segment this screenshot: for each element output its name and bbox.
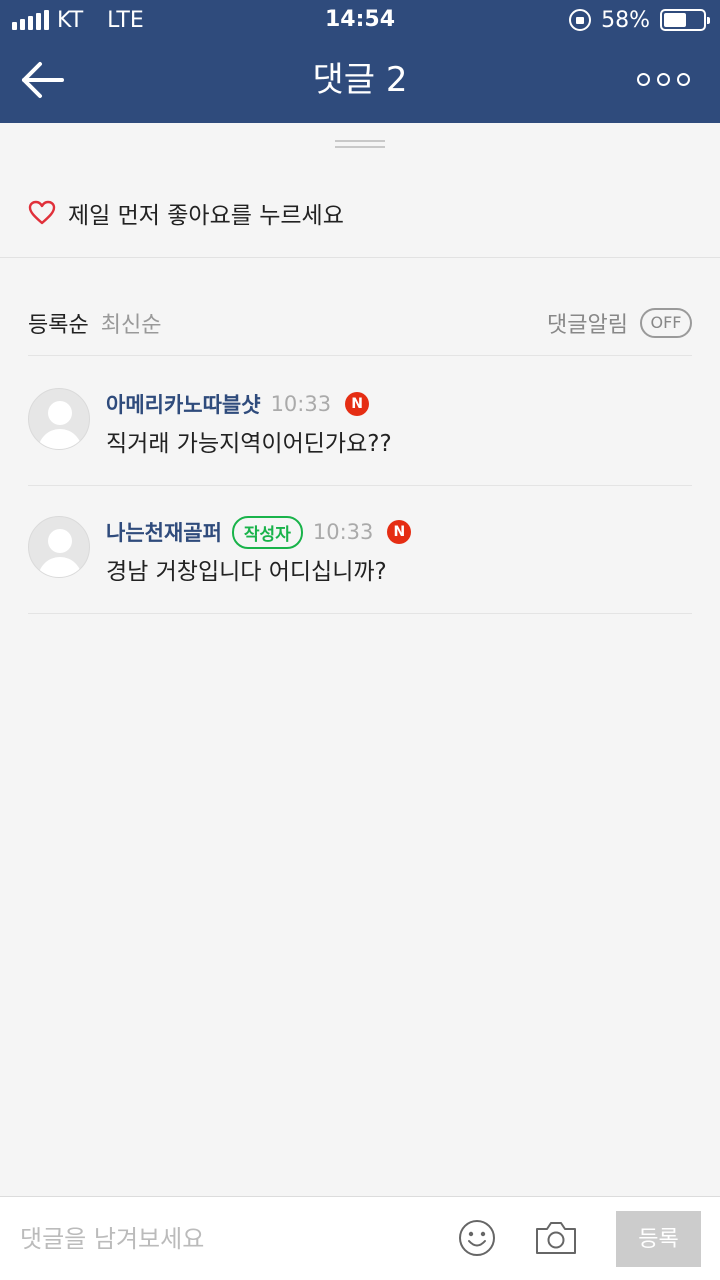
comment-time: 10:33: [312, 520, 374, 544]
comment-time: 10:33: [270, 392, 332, 416]
comment-text: 경남 거창입니다 어디십니까?: [106, 559, 387, 585]
sort-option-latest[interactable]: 최신순: [101, 307, 162, 339]
rotation-lock-icon: [569, 9, 592, 31]
more-button[interactable]: [637, 68, 690, 90]
submit-button[interactable]: 등록: [616, 1211, 701, 1267]
emoji-button[interactable]: [458, 1219, 496, 1257]
more-dot: [677, 72, 690, 86]
comment-text: 직거래 가능지역이어딘가요??: [106, 431, 392, 457]
avatar[interactable]: [28, 388, 90, 450]
battery-percent: 58%: [601, 7, 650, 33]
drag-handle[interactable]: [335, 140, 385, 148]
new-badge: N: [345, 392, 370, 416]
sort-option-registered[interactable]: 등록순: [28, 307, 89, 339]
comment-username[interactable]: 나는천재골퍼: [106, 517, 222, 547]
avatar[interactable]: [28, 516, 90, 578]
comment-input-bar: 등록: [0, 1196, 720, 1280]
battery-icon: [660, 9, 710, 31]
comment-notification: 댓글알림 OFF: [547, 307, 692, 339]
comment-header: 아메리카노따블샷 10:33 N: [106, 388, 370, 420]
like-prompt: 제일 먼저 좋아요를 누르세요: [68, 202, 344, 229]
more-dot: [657, 72, 670, 86]
notification-label: 댓글알림: [547, 312, 628, 338]
new-badge: N: [387, 520, 412, 544]
heart-outline-icon[interactable]: [28, 200, 56, 226]
smiley-icon: [459, 1220, 495, 1256]
comment-username[interactable]: 아메리카노따블샷: [106, 389, 261, 419]
like-bar[interactable]: 제일 먼저 좋아요를 누르세요: [0, 168, 720, 258]
comment-header: 나는천재골퍼 작성자 10:33 N: [106, 515, 412, 549]
author-badge: 작성자: [231, 515, 303, 549]
page-title: 댓글 2: [312, 60, 408, 100]
more-dot: [637, 72, 650, 86]
comment-item: 나는천재골퍼 작성자 10:33 N 경남 거창입니다 어디십니까?: [28, 486, 692, 614]
status-bar: KT LTE 14:54 58%: [0, 0, 720, 40]
notification-toggle[interactable]: OFF: [640, 307, 692, 338]
sort-bar: 등록순 최신순 댓글알림 OFF: [28, 290, 692, 356]
status-right: 58%: [569, 0, 710, 40]
comment-input[interactable]: [20, 1215, 430, 1263]
camera-button[interactable]: [534, 1219, 578, 1257]
camera-icon: [536, 1222, 576, 1254]
nav-bar: 댓글 2: [0, 40, 720, 123]
comment-item: 아메리카노따블샷 10:33 N 직거래 가능지역이어딘가요??: [28, 358, 692, 486]
battery-fill: [664, 13, 686, 27]
